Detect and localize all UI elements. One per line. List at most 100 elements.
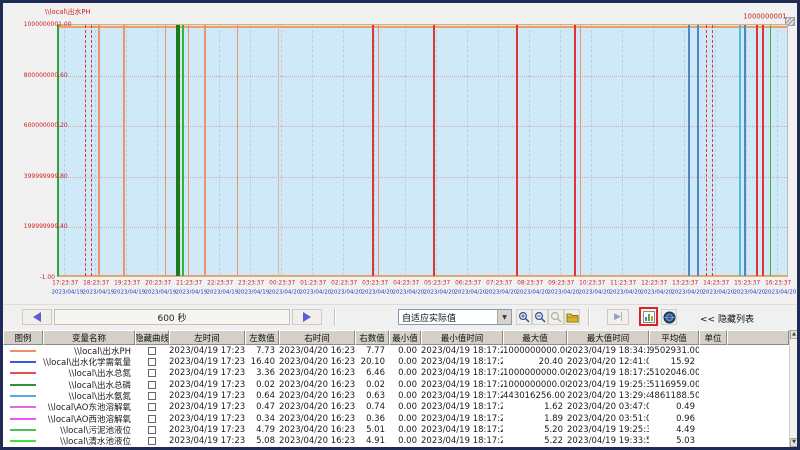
zoom-out-button[interactable] (532, 309, 548, 325)
legend-cell (3, 440, 43, 442)
hide-curve-cell (135, 403, 169, 411)
left-value-cell: 0.47 (245, 402, 279, 412)
x-axis-time-label: 03:23:37 (362, 280, 382, 286)
gridline (59, 126, 787, 127)
min-time-cell: 2023/04/19 18:17:26 (421, 402, 503, 412)
left-value-cell: 5.08 (245, 436, 279, 446)
x-axis-date-label: 2023/04/20 (765, 289, 786, 295)
column-header[interactable]: 右数值 (355, 330, 389, 345)
gridline (64, 25, 65, 276)
hide-curve-checkbox[interactable] (148, 369, 156, 377)
column-header[interactable]: 左数值 (245, 330, 279, 345)
gridline (59, 76, 787, 77)
x-axis-time-label: 15:23:37 (734, 280, 754, 286)
column-header[interactable]: 最小值 (389, 330, 421, 345)
legend-color-line (10, 429, 36, 431)
y-axis-label: 399999999.80 (24, 173, 55, 180)
globe-icon (663, 311, 676, 324)
hide-curve-checkbox[interactable] (148, 358, 156, 366)
x-axis-time-label: 23:23:37 (238, 280, 258, 286)
chevron-down-icon[interactable]: ▼ (497, 310, 511, 324)
x-axis-time-label: 14:23:37 (703, 280, 723, 286)
trend-viewer-window: \\local\出水PH 1000000001 1000000001.00800… (0, 0, 800, 450)
scroll-down-icon[interactable]: ▼ (790, 438, 798, 447)
table-row[interactable]: \\local\清水池液位2023/04/19 17:23:375.082023… (3, 436, 789, 447)
pan-left-button[interactable] (22, 309, 52, 325)
column-header[interactable]: 左时间 (169, 330, 245, 345)
variable-name-cell: \\local\出水化学需氧量 (43, 356, 135, 368)
column-header[interactable]: 右时间 (279, 330, 355, 345)
x-axis-time-label: 08:23:37 (517, 280, 537, 286)
table-row[interactable]: \\local\出水化学需氧量2023/04/19 17:23:3716.402… (3, 356, 789, 367)
table-row[interactable]: \\local\污泥池液位2023/04/19 17:23:374.792023… (3, 424, 789, 435)
zoom-in-button[interactable] (516, 309, 532, 325)
table-row[interactable]: \\local\出水总磷2023/04/19 17:23:370.022023/… (3, 379, 789, 390)
toolbar-separator (334, 308, 336, 326)
table-row[interactable]: \\local\出水氨氮2023/04/19 17:23:370.642023/… (3, 390, 789, 401)
curve-spike (787, 25, 788, 276)
x-axis-date-label: 2023/04/20 (579, 289, 600, 295)
diagram-tool-button[interactable] (639, 307, 658, 326)
zoom-reset-button[interactable] (548, 309, 564, 325)
min-value-cell: 0.00 (389, 402, 421, 412)
column-header[interactable]: 最小值时间 (421, 330, 503, 345)
globe-button[interactable] (661, 309, 677, 325)
x-axis-date-label: 2023/04/20 (548, 289, 569, 295)
max-value-cell: 1.89 (503, 414, 567, 424)
hide-list-button[interactable]: << 隐藏列表 (700, 312, 754, 325)
x-axis-time-label: 06:23:37 (455, 280, 475, 286)
x-axis-date-label: 2023/04/20 (703, 289, 724, 295)
hide-curve-checkbox[interactable] (148, 347, 156, 355)
hide-curve-checkbox[interactable] (148, 392, 156, 400)
table-row[interactable]: \\local\AO西池溶解氧2023/04/19 17:23:370.3420… (3, 413, 789, 424)
x-axis-time-label: 05:23:37 (424, 280, 444, 286)
column-header[interactable]: 隐藏曲线 (135, 330, 169, 345)
column-header[interactable]: 图例 (3, 330, 43, 345)
max-time-cell: 2023/04/20 12:41:00 (567, 357, 649, 367)
hide-curve-checkbox[interactable] (148, 426, 156, 434)
table-row[interactable]: \\local\出水PH2023/04/19 17:23:377.732023/… (3, 345, 789, 356)
variable-name-cell: \\local\出水氨氮 (43, 390, 135, 402)
open-folder-button[interactable] (564, 309, 580, 325)
curve-spike (98, 25, 100, 276)
curve-spike (744, 25, 746, 276)
right-value-cell: 20.10 (355, 357, 389, 367)
hide-curve-checkbox[interactable] (148, 415, 156, 423)
hide-curve-cell (135, 437, 169, 445)
right-time-cell: 2023/04/20 16:23:37 (279, 425, 355, 435)
left-value-cell: 0.34 (245, 414, 279, 424)
hide-curve-checkbox[interactable] (148, 437, 156, 445)
x-axis-time-label: 09:23:37 (548, 280, 568, 286)
curve-spike (278, 25, 279, 276)
column-header[interactable]: 平均值 (649, 330, 699, 345)
gridline (715, 25, 716, 276)
column-header[interactable]: 单位 (699, 330, 727, 345)
right-time-cell: 2023/04/20 16:23:37 (279, 391, 355, 401)
trend-plot-area[interactable] (57, 24, 788, 277)
value-mode-dropdown[interactable]: 自适应实际值 ▼ (398, 309, 512, 325)
left-time-cell: 2023/04/19 17:23:37 (169, 436, 245, 446)
curve-spike (237, 25, 238, 276)
x-axis-time-label: 21:23:37 (176, 280, 196, 286)
legend-cell (3, 395, 43, 397)
avg-value-cell: 15.92 (649, 357, 699, 367)
hide-curve-checkbox[interactable] (148, 403, 156, 411)
table-scrollbar[interactable]: ▲ ▼ (789, 330, 797, 447)
scroll-up-icon[interactable]: ▲ (790, 330, 798, 339)
play-pause-button[interactable]: ▶| (607, 309, 629, 325)
time-interval-field[interactable]: 600 秒 (54, 309, 290, 325)
table-row[interactable]: \\local\出水总氮2023/04/19 17:23:373.362023/… (3, 368, 789, 379)
column-header[interactable]: 最大值时间 (567, 330, 649, 345)
curve-spike (739, 25, 741, 276)
legend-color-line (10, 418, 36, 420)
column-header[interactable]: 变量名称 (43, 330, 135, 345)
pan-right-button[interactable] (292, 309, 322, 325)
y-axis-label: 600000000.20 (24, 122, 55, 129)
left-time-cell: 2023/04/19 17:23:37 (169, 402, 245, 412)
x-axis-date-label: 2023/04/19 (207, 289, 228, 295)
y-axis-label: 199999999.40 (24, 224, 55, 231)
column-header[interactable]: 最大值 (503, 330, 567, 345)
hide-curve-checkbox[interactable] (148, 381, 156, 389)
table-row[interactable]: \\local\AO东池溶解氧2023/04/19 17:23:370.4720… (3, 402, 789, 413)
max-time-cell: 2023/04/19 18:34:10 (567, 346, 649, 356)
